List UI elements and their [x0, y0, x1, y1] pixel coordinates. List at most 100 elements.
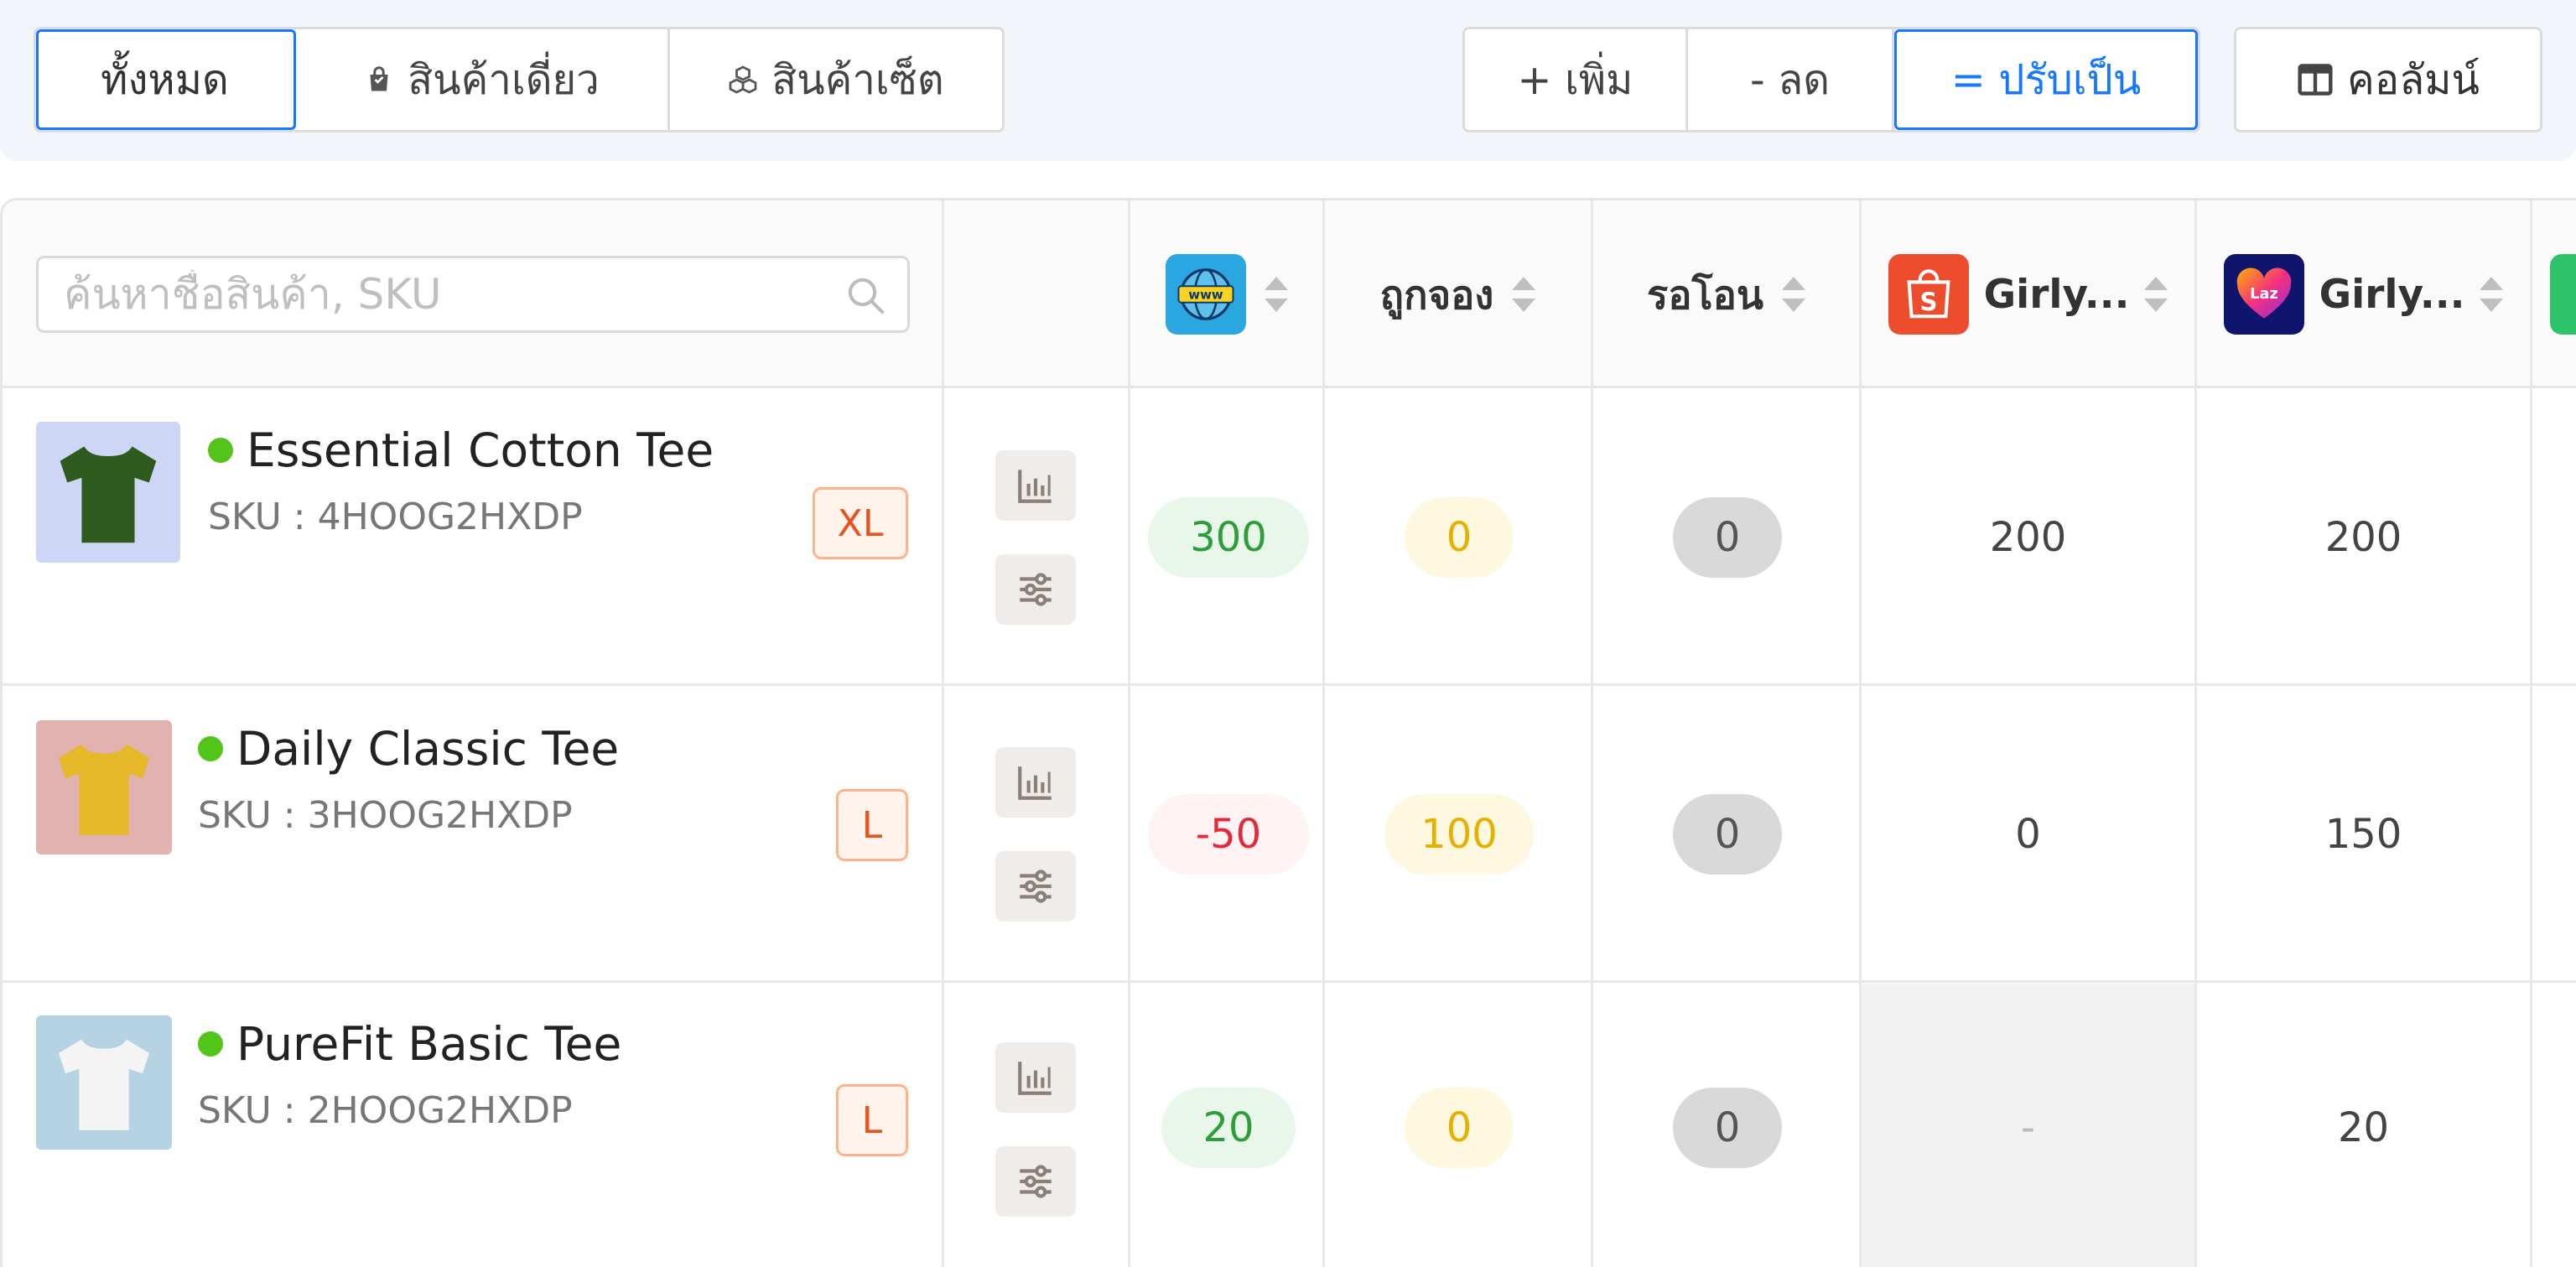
- product-image: [36, 422, 180, 563]
- awaiting-value: 0: [1673, 794, 1782, 875]
- website-stock-value[interactable]: -50: [1148, 794, 1309, 875]
- toolbar: ทั้งหมด สินค้าเดี่ยว สินค้าเซ็ต + เพิ่ม …: [0, 0, 2576, 161]
- website-logo-text: www: [1188, 288, 1223, 303]
- lazada-heart-icon: Laz: [2236, 267, 2291, 319]
- product-name: Daily Classic Tee: [236, 722, 620, 776]
- sort-icon[interactable]: [1264, 277, 1288, 312]
- mode-set-label: = ปรับเป็น: [1950, 56, 2142, 104]
- product-image: [36, 1015, 172, 1150]
- columns-icon: [2298, 64, 2333, 96]
- awaiting-value: 0: [1673, 1088, 1782, 1168]
- filter-all-label: ทั้งหมด: [101, 56, 229, 104]
- inventory-page: ทั้งหมด สินค้าเดี่ยว สินค้าเซ็ต + เพิ่ม …: [0, 0, 2576, 1267]
- search-icon: [848, 278, 885, 314]
- product-name: Essential Cotton Tee: [247, 423, 714, 477]
- product-sku: SKU : 2HOOG2HXDP: [198, 1089, 573, 1132]
- website-logo: www: [1165, 254, 1246, 335]
- reserved-value: 0: [1405, 497, 1514, 578]
- shopee-stock-value: 0: [2015, 811, 2041, 858]
- product-search-input[interactable]: [64, 270, 818, 319]
- filter-all-tab[interactable]: ทั้งหมด: [36, 29, 296, 130]
- header-shopee-label: Girly...: [1983, 271, 2130, 318]
- sort-icon[interactable]: [1512, 277, 1536, 312]
- sort-icon[interactable]: [2144, 277, 2168, 312]
- boxes-icon: [729, 65, 757, 94]
- lazada-stock-value: 200: [2324, 514, 2402, 561]
- filter-set-tab[interactable]: สินค้าเซ็ต: [670, 29, 1002, 130]
- online-status-dot: [198, 736, 223, 761]
- bar-chart-icon: [1018, 470, 1052, 503]
- product-name-row-2[interactable]: Daily Classic Tee: [198, 722, 619, 776]
- filter-single-label: สินค้าเดี่ยว: [408, 56, 600, 104]
- lazada-logo: Laz: [2223, 254, 2304, 335]
- size-badge: L: [836, 1084, 908, 1156]
- mode-add-tab[interactable]: + เพิ่ม: [1465, 29, 1688, 130]
- header-lazada[interactable]: Laz Girly...: [2197, 200, 2530, 388]
- stock-history-button[interactable]: [995, 747, 1076, 818]
- product-name-row-3[interactable]: PureFit Basic Tee: [198, 1017, 621, 1071]
- sort-icon[interactable]: [1782, 277, 1806, 312]
- columns-button[interactable]: คอลัมน์: [2234, 27, 2542, 132]
- product-sku: SKU : 3HOOG2HXDP: [198, 794, 573, 837]
- stock-history-button[interactable]: [995, 450, 1076, 521]
- header-website-stock[interactable]: www: [1130, 200, 1322, 388]
- lazada-logo-text: Laz: [2250, 285, 2278, 303]
- reserved-value: 0: [1405, 1088, 1514, 1168]
- tshirt-image: [59, 744, 149, 835]
- col-divider: [942, 200, 944, 1267]
- header-lazada-label: Girly...: [2319, 271, 2465, 318]
- website-stock-value[interactable]: 20: [1161, 1088, 1296, 1168]
- adjust-mode-selector: + เพิ่ม - ลด = ปรับเป็น: [1462, 27, 2200, 132]
- bar-chart-icon: [1018, 766, 1052, 800]
- filter-single-tab[interactable]: สินค้าเดี่ยว: [296, 29, 670, 130]
- header-awaiting-transfer[interactable]: รอโอน: [1593, 200, 1859, 388]
- size-badge: XL: [813, 487, 908, 559]
- col-divider: [2530, 200, 2532, 1267]
- product-type-filter: ทั้งหมด สินค้าเดี่ยว สินค้าเซ็ต: [34, 27, 1005, 132]
- product-image: [36, 720, 172, 854]
- shopee-logo-text: S: [1919, 288, 1937, 316]
- row-divider: [3, 980, 2576, 983]
- shopee-stock-value: -: [2020, 1104, 2036, 1151]
- mode-add-label: + เพิ่ม: [1517, 56, 1633, 104]
- online-status-dot: [208, 438, 233, 463]
- stock-history-button[interactable]: [995, 1042, 1076, 1113]
- filter-set-label: สินค้าเซ็ต: [771, 56, 944, 104]
- globe-icon: www: [1177, 268, 1233, 320]
- mode-set-tab[interactable]: = ปรับเป็น: [1894, 29, 2198, 130]
- website-stock-value[interactable]: 300: [1148, 497, 1309, 578]
- product-sku: SKU : 4HOOG2HXDP: [208, 496, 583, 538]
- inventory-table: www ถูกจอง รอโอน S Girly... Laz: [0, 198, 2576, 1267]
- header-shopee[interactable]: S Girly...: [1862, 200, 2194, 388]
- online-status-dot: [198, 1031, 223, 1057]
- header-reserved-label: ถูกจอง: [1379, 272, 1494, 319]
- header-reserved[interactable]: ถูกจอง: [1325, 200, 1591, 388]
- next-channel-logo: [2550, 254, 2576, 335]
- product-name: PureFit Basic Tee: [236, 1017, 622, 1071]
- shopee-stock-value: 200: [1989, 514, 2067, 561]
- tshirt-image: [59, 1039, 149, 1130]
- shopping-bag-icon: [370, 66, 388, 91]
- lazada-stock-value: 150: [2324, 811, 2402, 858]
- columns-label: คอลัมน์: [2346, 56, 2480, 104]
- sliders-icon: [1020, 1165, 1052, 1198]
- mode-subtract-label: - ลด: [1749, 56, 1831, 104]
- tshirt-image: [60, 446, 157, 543]
- size-badge: L: [836, 789, 908, 861]
- stock-settings-button[interactable]: [995, 554, 1076, 625]
- stock-settings-button[interactable]: [995, 851, 1076, 922]
- sort-icon[interactable]: [2480, 277, 2504, 312]
- mode-subtract-tab[interactable]: - ลด: [1688, 29, 1894, 130]
- stock-settings-button[interactable]: [995, 1146, 1076, 1217]
- awaiting-value: 0: [1673, 497, 1782, 578]
- sliders-icon: [1020, 870, 1052, 903]
- row-divider: [3, 683, 2576, 686]
- reserved-value: 100: [1384, 794, 1534, 875]
- shopee-bag-icon: S: [1907, 269, 1950, 319]
- bar-chart-icon: [1018, 1062, 1052, 1095]
- sliders-icon: [1020, 573, 1052, 606]
- product-search-field[interactable]: [36, 256, 910, 333]
- shopee-logo: S: [1888, 254, 1969, 335]
- lazada-stock-value: 20: [2337, 1104, 2390, 1151]
- product-name-row-1[interactable]: Essential Cotton Tee: [208, 423, 714, 477]
